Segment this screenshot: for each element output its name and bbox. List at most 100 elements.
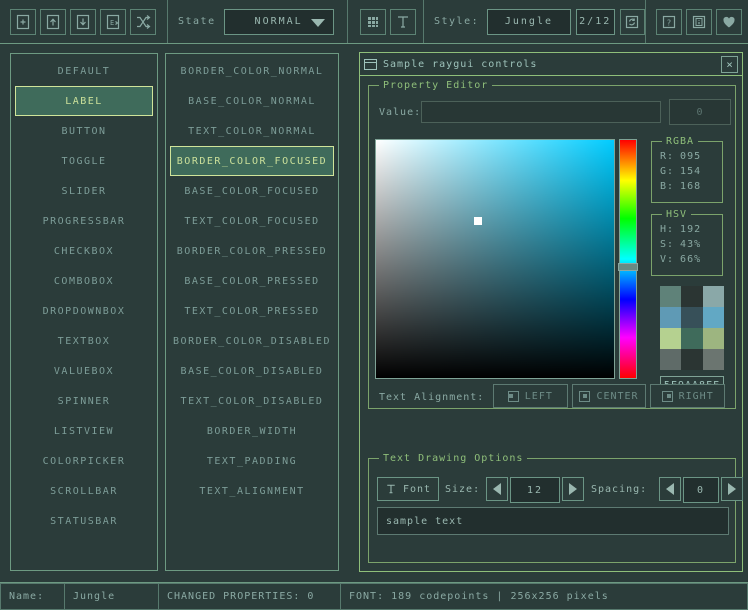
rgba-value[interactable]: 168 (680, 181, 701, 192)
controls-list-item-label: PROGRESSBAR (43, 216, 126, 227)
rgba-row: B:168 (660, 179, 722, 194)
help-button[interactable]: ? (656, 9, 682, 35)
properties-list-item-border_width[interactable]: BORDER_WIDTH (166, 416, 338, 446)
text-alignment-group[interactable]: LEFTCENTERRIGHT (493, 384, 725, 408)
properties-list-item-text_color_focused[interactable]: TEXT_COLOR_FOCUSED (166, 206, 338, 236)
controls-list-item-colorpicker[interactable]: COLORPICKER (11, 446, 157, 476)
properties-list-item-base_color_focused[interactable]: BASE_COLOR_FOCUSED (166, 176, 338, 206)
spacing-increment-button[interactable] (721, 477, 743, 501)
style-counter[interactable]: 2/12 (576, 9, 615, 35)
size-value-box[interactable]: 12 (510, 477, 560, 503)
palette-swatch-9[interactable] (660, 349, 681, 370)
properties-list-item-text_color_disabled[interactable]: TEXT_COLOR_DISABLED (166, 386, 338, 416)
export-style-button[interactable]: E (100, 9, 126, 35)
controls-list-panel[interactable]: DEFAULT LABEL BUTTONTOGGLESLIDER PROGRESSBA… (10, 53, 158, 571)
controls-list-item-label: TEXTBOX (58, 336, 111, 347)
sample-text-input[interactable]: sample text (377, 507, 729, 535)
hsv-value[interactable]: 192 (680, 224, 701, 235)
properties-list-item-border_color_normal[interactable]: BORDER_COLOR_NORMAL (166, 56, 338, 86)
palette-swatch-1[interactable] (681, 286, 702, 307)
controls-list-item-label[interactable]: LABEL (15, 86, 153, 116)
controls-list-item-scrollbar[interactable]: SCROLLBAR (11, 476, 157, 506)
grid-view-button[interactable] (360, 9, 386, 35)
info-button[interactable] (686, 9, 712, 35)
text-align-right-button[interactable]: RIGHT (650, 384, 725, 408)
value-number-box[interactable]: 0 (669, 99, 731, 125)
random-style-button[interactable] (130, 9, 156, 35)
palette-swatch-2[interactable] (703, 286, 724, 307)
properties-list-item-text_color_pressed[interactable]: TEXT_COLOR_PRESSED (166, 296, 338, 326)
properties-list-item-text_alignment[interactable]: TEXT_ALIGNMENT (166, 476, 338, 506)
controls-list-item-label: SCROLLBAR (50, 486, 118, 497)
controls-list-item-default[interactable]: DEFAULT (11, 56, 157, 86)
properties-list-item-label: BORDER_COLOR_DISABLED (173, 336, 331, 347)
font-view-button[interactable] (390, 9, 416, 35)
size-increment-button[interactable] (562, 477, 584, 501)
text-align-left-button[interactable]: LEFT (493, 384, 568, 408)
rgba-value[interactable]: 154 (680, 166, 701, 177)
controls-list-item-button[interactable]: BUTTON (11, 116, 157, 146)
value-input-text (422, 102, 660, 112)
properties-list-item-label: BORDER_COLOR_PRESSED (177, 246, 327, 257)
palette-swatch-10[interactable] (681, 349, 702, 370)
palette-swatch-6[interactable] (660, 328, 681, 349)
palette-swatch-5[interactable] (703, 307, 724, 328)
palette-swatch-11[interactable] (703, 349, 724, 370)
about-button[interactable] (716, 9, 742, 35)
palette-swatch-0[interactable] (660, 286, 681, 307)
style-name-field[interactable]: Jungle (487, 9, 571, 35)
hsv-value[interactable]: 43% (680, 239, 701, 250)
heart-icon (721, 14, 737, 30)
color-picker-sv-area[interactable] (375, 139, 615, 379)
size-decrement-button[interactable] (486, 477, 508, 501)
save-style-button[interactable] (70, 9, 96, 35)
controls-list-item-combobox[interactable]: COMBOBOX (11, 266, 157, 296)
new-style-button[interactable] (10, 9, 36, 35)
rgba-row: G:154 (660, 164, 722, 179)
controls-list-item-valuebox[interactable]: VALUEBOX (11, 356, 157, 386)
palette-swatch-7[interactable] (681, 328, 702, 349)
spacing-value-box[interactable]: 0 (683, 477, 719, 503)
rgba-value[interactable]: 095 (680, 151, 701, 162)
spacing-decrement-button[interactable] (659, 477, 681, 501)
controls-list-item-dropdownbox[interactable]: DROPDOWNBOX (11, 296, 157, 326)
properties-list-item-border_color_disabled[interactable]: BORDER_COLOR_DISABLED (166, 326, 338, 356)
palette-swatch-3[interactable] (660, 307, 681, 328)
controls-list-item-toggle[interactable]: TOGGLE (11, 146, 157, 176)
color-palette[interactable] (660, 286, 724, 370)
window-titlebar[interactable]: Sample raygui controls × (360, 53, 742, 76)
properties-list-item-border_color_pressed[interactable]: BORDER_COLOR_PRESSED (166, 236, 338, 266)
properties-list-panel[interactable]: BORDER_COLOR_NORMALBASE_COLOR_NORMALTEXT… (165, 53, 339, 571)
properties-list-item-base_color_disabled[interactable]: BASE_COLOR_DISABLED (166, 356, 338, 386)
color-picker-hue-selector[interactable] (618, 263, 638, 271)
text-align-center-button[interactable]: CENTER (572, 384, 647, 408)
font-button[interactable]: Font (377, 477, 439, 501)
close-icon[interactable]: × (721, 56, 738, 73)
hsv-value[interactable]: 66% (680, 254, 701, 265)
properties-list-item-base_color_normal[interactable]: BASE_COLOR_NORMAL (166, 86, 338, 116)
color-picker-hue-bar[interactable] (619, 139, 637, 379)
properties-list-item-text_color_normal[interactable]: TEXT_COLOR_NORMAL (166, 116, 338, 146)
load-style-button[interactable] (40, 9, 66, 35)
top-toolbar: E State NORMAL (0, 0, 748, 44)
controls-list-item-slider[interactable]: SLIDER (11, 176, 157, 206)
properties-list-item-text_padding[interactable]: TEXT_PADDING (166, 446, 338, 476)
controls-list-item-statusbar[interactable]: STATUSBAR (11, 506, 157, 536)
caret-left-icon (666, 483, 674, 495)
properties-list-item-base_color_pressed[interactable]: BASE_COLOR_PRESSED (166, 266, 338, 296)
palette-swatch-8[interactable] (703, 328, 724, 349)
controls-list-item-listview[interactable]: LISTVIEW (11, 416, 157, 446)
palette-swatch-4[interactable] (681, 307, 702, 328)
controls-list-item-spinner[interactable]: SPINNER (11, 386, 157, 416)
style-reload-button[interactable] (620, 9, 645, 35)
controls-list-item-checkbox[interactable]: CHECKBOX (11, 236, 157, 266)
color-picker-cursor[interactable] (474, 217, 482, 225)
text-drawing-title: Text Drawing Options (379, 453, 527, 464)
controls-list-item-progressbar[interactable]: PROGRESSBAR (11, 206, 157, 236)
state-dropdown[interactable]: NORMAL (224, 9, 334, 35)
status-name-value[interactable]: Jungle (65, 583, 159, 610)
controls-list-item-label: LABEL (65, 96, 103, 107)
value-input[interactable] (421, 101, 661, 123)
properties-list-item-border_color_focused[interactable]: BORDER_COLOR_FOCUSED (170, 146, 334, 176)
controls-list-item-textbox[interactable]: TEXTBOX (11, 326, 157, 356)
